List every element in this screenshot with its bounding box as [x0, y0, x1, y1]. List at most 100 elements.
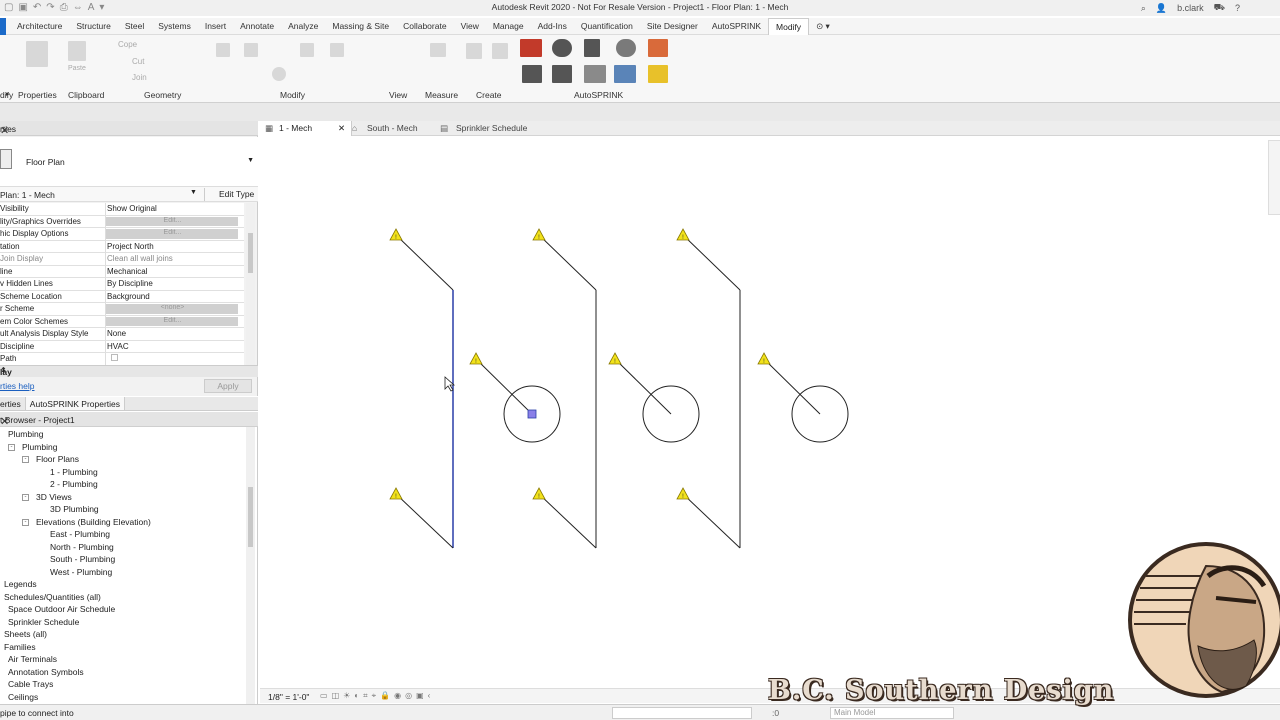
browser-item[interactable]: Space Outdoor Air Schedule [8, 604, 115, 616]
tab-autosprink[interactable]: AutoSPRINK [705, 18, 768, 35]
property-value[interactable]: Show Original [106, 203, 244, 215]
cart-icon[interactable]: ⛟ [1214, 2, 1225, 14]
browser-item[interactable]: South - Plumbing [50, 554, 115, 566]
property-value[interactable]: None [106, 328, 244, 340]
join-button[interactable]: Join [132, 73, 147, 82]
scheme-button[interactable]: <none> [106, 304, 238, 314]
browser-item[interactable]: Elevations (Building Elevation) [36, 517, 151, 529]
view-tab-1-mech[interactable]: ▦ 1 - Mech ✕ [260, 121, 352, 136]
view-tab-south-mech[interactable]: ⌂ South - Mech [352, 121, 442, 136]
tab-structure[interactable]: Structure [69, 18, 118, 35]
property-row[interactable]: v Hidden Lines By Discipline [0, 278, 244, 291]
lock-icon[interactable]: 🔒 [380, 691, 390, 701]
browser-item[interactable]: Cable Trays [8, 679, 53, 691]
property-row[interactable]: Path [0, 353, 244, 366]
grid-icon[interactable] [520, 39, 542, 57]
property-row[interactable]: lity/Graphics Overrides Edit... [0, 215, 244, 228]
property-value[interactable]: By Discipline [106, 278, 244, 290]
property-row[interactable]: Join Display Clean all wall joins [0, 253, 244, 266]
align-icon[interactable] [216, 43, 230, 57]
close-icon[interactable]: ✕ [0, 124, 255, 137]
browser-item[interactable]: Plumbing [22, 442, 57, 454]
browser-item[interactable]: 1 - Plumbing [50, 467, 98, 479]
tree-collapse-icon[interactable]: - [22, 518, 29, 526]
design-option-field[interactable]: Main Model [830, 707, 954, 719]
probe-icon[interactable] [584, 39, 600, 57]
view-scale[interactable]: 1/8" = 1'-0" [268, 692, 309, 702]
edit-button[interactable]: Edit... [106, 229, 238, 239]
browser-item[interactable]: Schedules/Quantities (all) [4, 592, 101, 604]
tab-quantification[interactable]: Quantification [574, 18, 640, 35]
property-value[interactable]: Project North [106, 241, 244, 253]
browser-item[interactable]: North - Plumbing [50, 542, 114, 554]
filter-icon[interactable] [522, 65, 542, 83]
property-value[interactable]: HVAC [106, 341, 244, 353]
tab-architecture[interactable]: Architecture [10, 18, 69, 35]
property-row[interactable]: Scheme Location Background [0, 290, 244, 303]
cut-profile-icon[interactable] [430, 43, 446, 57]
close-icon[interactable]: ✕ [338, 121, 345, 136]
rotate-icon[interactable] [272, 67, 286, 81]
chevron-left-icon[interactable]: ‹ [428, 691, 431, 701]
property-row[interactable]: r Scheme <none> [0, 303, 244, 316]
browser-item[interactable]: 3D Views [36, 492, 72, 504]
properties-section[interactable]: lay ⇞ [0, 365, 258, 377]
properties-scrollbar[interactable] [246, 203, 255, 373]
edit-button[interactable]: Edit... [106, 216, 238, 226]
property-value[interactable]: Background [106, 291, 244, 303]
tree-collapse-icon[interactable]: - [22, 456, 29, 463]
tab-manage[interactable]: Manage [486, 18, 531, 35]
tab-view[interactable]: View [454, 18, 486, 35]
sun-path-icon[interactable]: ☀ [343, 691, 350, 701]
edit-button[interactable]: Edit... [106, 316, 238, 326]
tab-massing-site[interactable]: Massing & Site [325, 18, 396, 35]
browser-item[interactable]: Legends [4, 579, 37, 591]
file-tab[interactable] [0, 17, 6, 35]
tree-collapse-icon[interactable]: - [8, 443, 15, 451]
property-row[interactable]: tation Project North [0, 240, 244, 253]
scroll-thumb[interactable] [248, 233, 253, 273]
tab-collaborate[interactable]: Collaborate [396, 18, 453, 35]
cut-button[interactable]: Cut [132, 57, 144, 66]
panel-properties[interactable]: Properties [18, 90, 57, 100]
ribbon-options-icon[interactable]: ⊙ ▾ [809, 18, 837, 35]
offset-icon[interactable] [244, 43, 258, 57]
paste-label[interactable]: Paste [68, 65, 86, 72]
chevron-down-icon[interactable]: ▼ [247, 157, 254, 164]
property-row[interactable]: hic Display Options Edit... [0, 228, 244, 241]
navigation-bar[interactable] [1268, 140, 1280, 215]
workset-field[interactable] [612, 707, 752, 719]
temporary-view-icon[interactable]: ▣ [416, 691, 424, 701]
properties-help-link[interactable]: rties help [0, 381, 35, 391]
hide-icon[interactable]: ◉ [394, 691, 401, 701]
tab-systems[interactable]: Systems [151, 18, 198, 35]
browser-item[interactable]: Annotation Symbols [8, 667, 84, 679]
type-selector[interactable]: Floor Plan ▼ [0, 137, 258, 187]
instance-selector[interactable]: Plan: 1 - Mech ▼ Edit Type [0, 187, 258, 202]
tab-modify[interactable]: Modify [768, 17, 810, 35]
crop-region-icon[interactable]: ⌖ [372, 691, 377, 701]
property-row[interactable]: em Color Schemes Edit... [0, 315, 244, 328]
property-row[interactable]: Visibility Show Original [0, 203, 244, 216]
hydraulic-icon[interactable] [614, 65, 636, 83]
tab-autosprink-properties[interactable]: AutoSPRINK Properties [24, 397, 126, 410]
tab-steel[interactable]: Steel [118, 18, 151, 35]
browser-item[interactable]: Plumbing [8, 429, 43, 441]
pipe-route-icon[interactable] [552, 65, 572, 83]
crop-icon[interactable]: ⌗ [363, 691, 368, 701]
help-icon[interactable]: ? [1235, 3, 1240, 13]
checkbox[interactable] [106, 353, 244, 365]
property-row[interactable]: line Mechanical [0, 265, 244, 278]
array-icon[interactable] [330, 43, 344, 57]
warning-tool-icon[interactable] [648, 65, 668, 83]
binoculars-icon[interactable]: ⌕ [1141, 3, 1146, 14]
tree-collapse-icon[interactable]: - [22, 493, 29, 501]
detail-level-icon[interactable]: ▭ [320, 691, 328, 701]
properties-icon[interactable] [26, 41, 48, 67]
fitting-icon[interactable] [584, 65, 606, 83]
sprinkler-head-icon[interactable] [648, 39, 668, 57]
property-row[interactable]: ult Analysis Display Style None [0, 328, 244, 341]
property-row[interactable]: Discipline HVAC [0, 340, 244, 353]
linework-icon[interactable] [492, 43, 508, 59]
visual-style-icon[interactable]: ◫ [332, 691, 340, 701]
